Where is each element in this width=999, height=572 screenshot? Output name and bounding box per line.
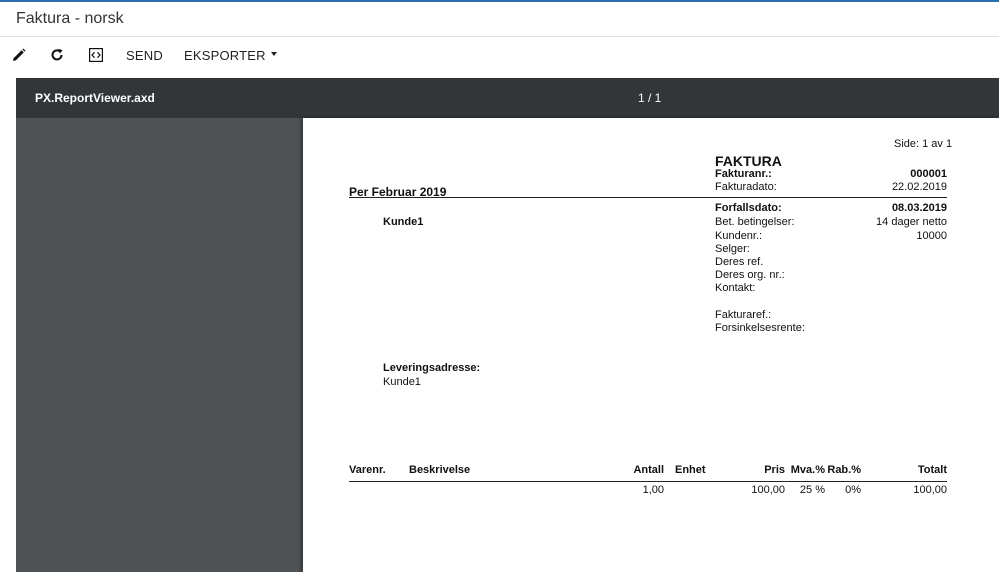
export-dropdown[interactable]: EKSPORTER xyxy=(184,38,277,72)
col-item-no: Varenr. xyxy=(349,464,386,476)
pencil-icon xyxy=(13,48,26,61)
refresh-icon xyxy=(51,48,63,61)
report-viewer: PX.ReportViewer.axd 1 / 1 Side: 1 av 1 F… xyxy=(16,78,999,572)
customer-name: Kunde1 xyxy=(383,216,424,228)
send-label: SEND xyxy=(126,47,163,63)
export-label: EKSPORTER xyxy=(184,47,266,63)
row-vat: 25 % xyxy=(799,484,825,496)
toolbar: SEND EKSPORTER xyxy=(0,38,999,76)
your-org-no-label: Deres org. nr.: xyxy=(715,269,785,281)
delivery-address-name: Kunde1 xyxy=(383,376,421,388)
col-unit: Enhet xyxy=(675,464,706,476)
delivery-address-label: Leveringsadresse: xyxy=(383,362,481,374)
caret-down-icon xyxy=(270,52,277,56)
page-count: Side: 1 av 1 xyxy=(894,138,953,150)
col-total: Totalt xyxy=(917,464,947,476)
document-title: FAKTURA xyxy=(715,153,782,169)
invoice-no-value: 000001 xyxy=(910,168,947,180)
code-icon xyxy=(89,48,103,62)
page-indicator: 1 / 1 xyxy=(638,91,662,105)
your-ref-label: Deres ref. xyxy=(715,256,764,268)
refresh-button[interactable] xyxy=(50,38,64,72)
customer-no-value: 10000 xyxy=(916,230,947,242)
late-interest-label: Forsinkelsesrente: xyxy=(715,322,805,334)
col-description: Beskrivelse xyxy=(409,464,471,476)
col-quantity: Antall xyxy=(633,464,664,476)
edit-button[interactable] xyxy=(12,38,26,72)
customer-no-label: Kundenr.: xyxy=(715,230,763,242)
row-total: 100,00 xyxy=(913,484,947,496)
table-header-divider xyxy=(349,481,947,482)
header-divider xyxy=(349,197,947,198)
col-vat: Mva.% xyxy=(790,464,825,476)
invoice-ref-label: Fakturaref.: xyxy=(715,309,772,321)
page-title: Faktura - norsk xyxy=(16,10,124,27)
invoice-date-label: Fakturadato: xyxy=(715,181,777,193)
contact-label: Kontakt: xyxy=(715,282,756,294)
col-price: Pris xyxy=(764,464,785,476)
terms-value: 14 dager netto xyxy=(876,216,947,228)
viewer-file-name: PX.ReportViewer.axd xyxy=(35,91,155,105)
due-date-label: Forfallsdato: xyxy=(715,202,782,214)
row-price: 100,00 xyxy=(751,484,785,496)
invoice-date-value: 22.02.2019 xyxy=(891,181,947,193)
col-discount: Rab.% xyxy=(827,464,861,476)
source-button[interactable] xyxy=(89,38,103,72)
report-page: Side: 1 av 1 FAKTURA Fakturanr.: 000001 … xyxy=(303,118,999,572)
seller-label: Selger: xyxy=(715,243,750,255)
row-discount: 0% xyxy=(845,484,861,496)
title-bar: Faktura - norsk xyxy=(0,2,999,37)
due-date-value: 08.03.2019 xyxy=(891,202,947,214)
viewer-header: PX.ReportViewer.axd 1 / 1 xyxy=(16,78,999,118)
invoice-no-label: Fakturanr.: xyxy=(715,168,772,180)
send-button[interactable]: SEND xyxy=(126,38,163,72)
row-quantity: 1,00 xyxy=(642,484,664,496)
terms-label: Bet. betingelser: xyxy=(715,216,795,228)
